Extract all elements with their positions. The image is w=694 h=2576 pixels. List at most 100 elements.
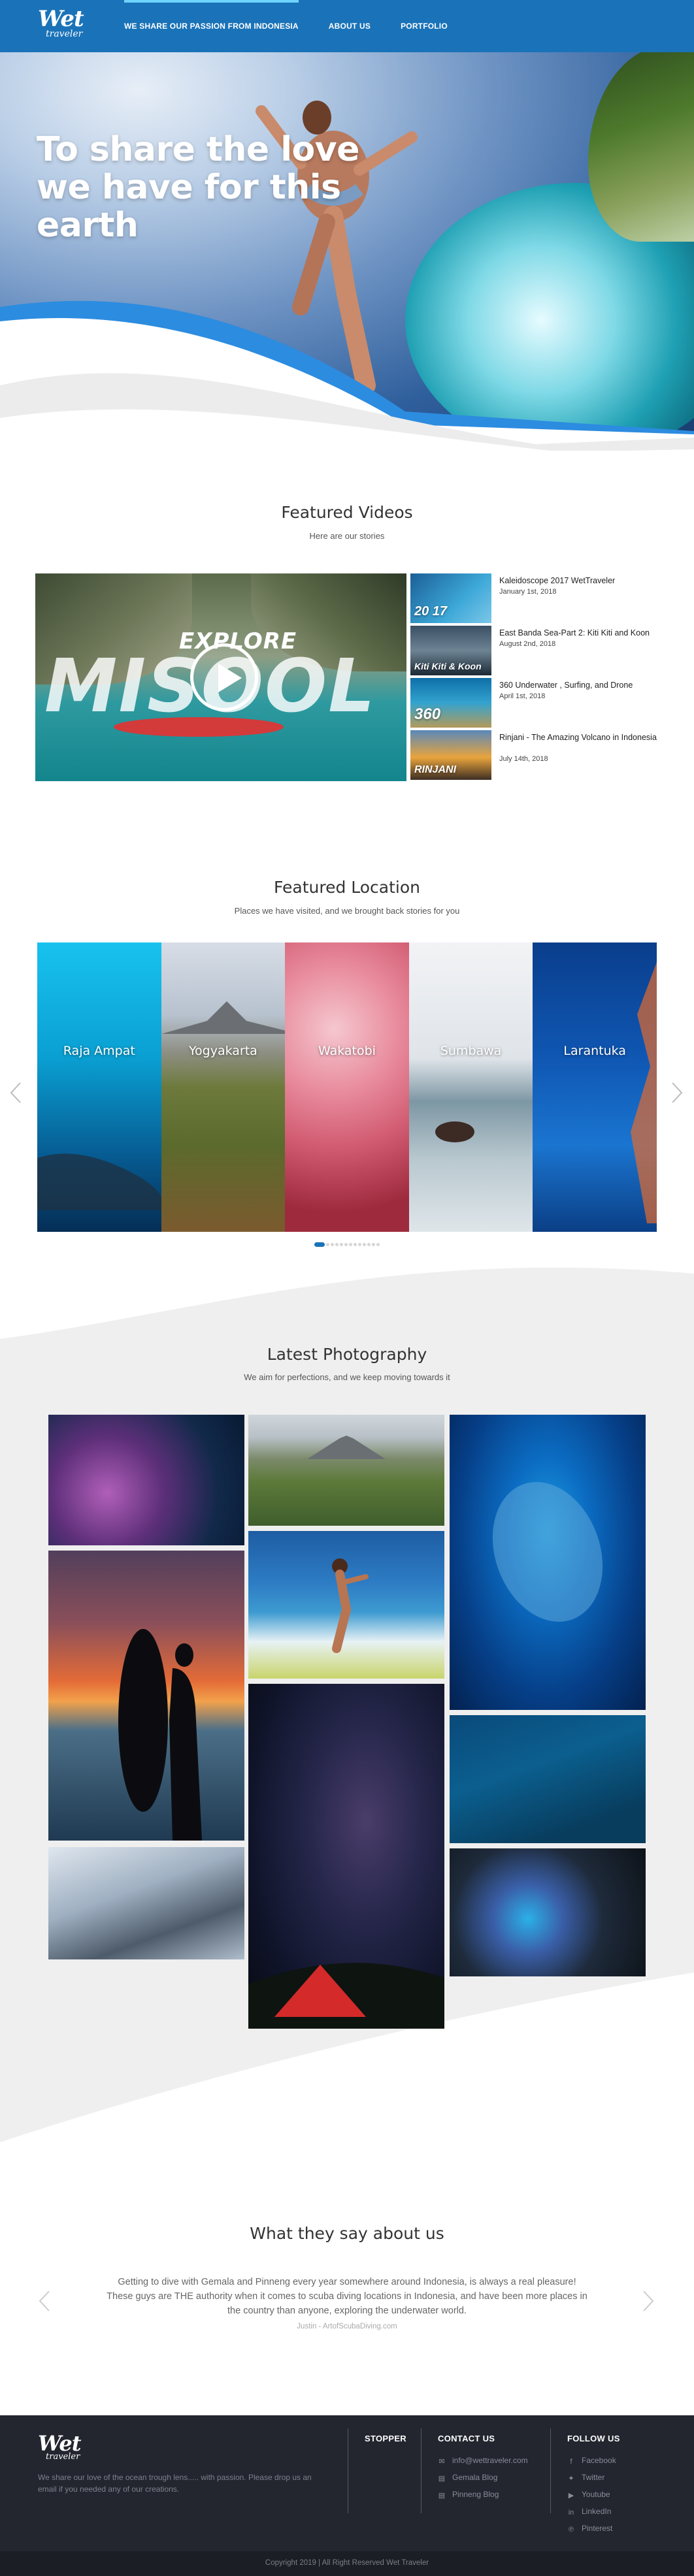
- video-title[interactable]: Rinjani - The Amazing Volcano in Indones…: [499, 733, 659, 743]
- carousel-dot[interactable]: [376, 1243, 380, 1246]
- video-thumbnail[interactable]: RINJANI: [410, 730, 491, 780]
- video-date: January 1st, 2018: [499, 588, 557, 596]
- video-date: July 14th, 2018: [499, 755, 548, 763]
- video-list-item[interactable]: 360 360 Underwater , Surfing, and Drone …: [410, 678, 659, 728]
- photo-tile[interactable]: [248, 1684, 444, 2029]
- photo-silhouette: [118, 1629, 202, 1841]
- carousel-prev-arrow-icon[interactable]: [9, 1082, 22, 1104]
- nav-menu: We share our passion from Indonesia Abou…: [124, 0, 478, 52]
- videos-title: Featured Videos: [281, 503, 413, 522]
- main-video-player[interactable]: EXPLORE MISOOL: [35, 573, 406, 781]
- carousel-dot[interactable]: [358, 1243, 361, 1246]
- carousel-pagination: [0, 1242, 694, 1248]
- photo-tent: [248, 1963, 444, 2029]
- photo-tile[interactable]: [48, 1847, 244, 1959]
- video-title[interactable]: 360 Underwater , Surfing, and Drone: [499, 681, 659, 690]
- carousel-dot[interactable]: [354, 1243, 357, 1246]
- location-name: Larantuka: [563, 1044, 626, 1058]
- location-carousel: Raja Ampat Yogyakarta Wakatobi Sumbawa L…: [37, 942, 657, 1232]
- video-list-item[interactable]: RINJANI Rinjani - The Amazing Volcano in…: [410, 730, 659, 780]
- photo-tile[interactable]: [450, 1848, 646, 1976]
- photo-fish-school: [492, 1482, 603, 1622]
- carousel-dot[interactable]: [340, 1243, 343, 1246]
- play-icon[interactable]: [190, 643, 258, 711]
- video-thumbnail[interactable]: 20 17: [410, 573, 491, 623]
- link-label: info@wettraveler.com: [452, 2456, 528, 2465]
- carousel-dot[interactable]: [349, 1243, 352, 1246]
- location-name: Sumbawa: [440, 1044, 502, 1058]
- carousel-dot[interactable]: [372, 1243, 375, 1246]
- pinterest-icon: ℗: [568, 2526, 574, 2534]
- location-card[interactable]: Sumbawa: [408, 942, 533, 1232]
- link-label: Pinneng Blog: [452, 2490, 499, 2499]
- footer-social-youtube[interactable]: ▶ Youtube: [567, 2490, 610, 2500]
- site-footer: Wet traveler We share our love of the oc…: [0, 2415, 694, 2576]
- photo-tile[interactable]: [248, 1531, 444, 1679]
- testimonial-prev-arrow-icon[interactable]: [38, 2290, 51, 2312]
- video-date: August 2nd, 2018: [499, 640, 556, 648]
- carousel-dot[interactable]: [335, 1243, 339, 1246]
- email-icon: ✉: [438, 2458, 445, 2466]
- twitter-icon: ✦: [568, 2475, 574, 2483]
- photo-tile[interactable]: [48, 1551, 244, 1841]
- video-list-item[interactable]: Kiti Kiti & Koon East Banda Sea-Part 2: …: [410, 626, 659, 675]
- footer-contact-gemala-blog[interactable]: ▤ Gemala Blog: [438, 2473, 498, 2483]
- photo-tile[interactable]: [450, 1415, 646, 1710]
- linkedin-icon: in: [568, 2509, 574, 2517]
- footer-social-twitter[interactable]: ✦ Twitter: [567, 2473, 605, 2483]
- nav-item-portfolio[interactable]: Portfolio: [401, 0, 448, 52]
- video-date: April 1st, 2018: [499, 692, 546, 700]
- link-label: Facebook: [582, 2456, 616, 2465]
- location-name: Wakatobi: [318, 1044, 376, 1058]
- facebook-icon: f: [570, 2458, 572, 2466]
- footer-bottom-bar: Copyright 2019 | All Right Reserved Wet …: [0, 2551, 694, 2576]
- video-thumbnail[interactable]: Kiti Kiti & Koon: [410, 626, 491, 675]
- carousel-dot[interactable]: [363, 1243, 366, 1246]
- footer-contact-heading: Contact us: [438, 2434, 495, 2443]
- link-label: Twitter: [582, 2473, 605, 2482]
- location-image-detail: [435, 1121, 474, 1142]
- video-title[interactable]: East Banda Sea-Part 2: Kiti Kiti and Koo…: [499, 628, 659, 638]
- copyright-text: Copyright 2019 | All Right Reserved Wet …: [265, 2559, 429, 2567]
- photo-tile[interactable]: [248, 1415, 444, 1526]
- site-logo[interactable]: Wet: [38, 8, 84, 30]
- carousel-dot[interactable]: [326, 1243, 329, 1246]
- footer-social-linkedin[interactable]: in LinkedIn: [567, 2507, 612, 2517]
- location-card[interactable]: Wakatobi: [285, 942, 409, 1232]
- carousel-dot[interactable]: [314, 1242, 325, 1247]
- footer-social-facebook[interactable]: f Facebook: [567, 2456, 616, 2466]
- video-title[interactable]: Kaleidoscope 2017 WetTraveler: [499, 576, 659, 586]
- carousel-dot[interactable]: [331, 1243, 334, 1246]
- nav-item-about[interactable]: About us: [329, 0, 371, 52]
- footer-stopper-heading: Stopper: [365, 2434, 406, 2443]
- thumb-label: 360: [414, 705, 441, 723]
- video-list-item[interactable]: 20 17 Kaleidoscope 2017 WetTraveler Janu…: [410, 573, 659, 623]
- carousel-dot[interactable]: [367, 1243, 371, 1246]
- location-card[interactable]: Yogyakarta: [161, 942, 286, 1232]
- footer-social-pinterest[interactable]: ℗ Pinterest: [567, 2524, 612, 2534]
- carousel-dot[interactable]: [344, 1243, 348, 1246]
- thumb-label: 20 17: [414, 604, 448, 619]
- nav-item-home[interactable]: We share our passion from Indonesia: [124, 0, 299, 52]
- footer-logo-sub: traveler: [46, 2452, 80, 2462]
- thumb-label: RINJANI: [414, 764, 457, 775]
- carousel-next-arrow-icon[interactable]: [670, 1082, 684, 1104]
- top-navbar: Wet traveler We share our passion from I…: [0, 0, 694, 52]
- photo-tile[interactable]: [48, 1415, 244, 1545]
- testimonial-next-arrow-icon[interactable]: [642, 2290, 655, 2312]
- location-card[interactable]: Larantuka: [533, 942, 657, 1232]
- hero-headline: To share the love we have for this earth: [37, 130, 359, 245]
- hero-cliff-image: [588, 46, 694, 242]
- link-label: Youtube: [582, 2490, 610, 2499]
- footer-contact-email[interactable]: ✉ info@wettraveler.com: [438, 2456, 528, 2466]
- hero-banner: To share the love we have for this earth: [0, 0, 694, 451]
- testimonial-quote: Getting to dive with Gemala and Pinneng …: [107, 2277, 587, 2316]
- photo-surfer: [332, 1558, 369, 1653]
- site-logo-sub: traveler: [46, 29, 83, 39]
- video-thumbnail[interactable]: 360: [410, 678, 491, 728]
- footer-contact-pinneng-blog[interactable]: ▤ Pinneng Blog: [438, 2490, 499, 2500]
- location-card[interactable]: Raja Ampat: [37, 942, 161, 1232]
- photo-tile[interactable]: [450, 1715, 646, 1843]
- location-name: Raja Ampat: [63, 1044, 135, 1058]
- location-name: Yogyakarta: [188, 1044, 257, 1058]
